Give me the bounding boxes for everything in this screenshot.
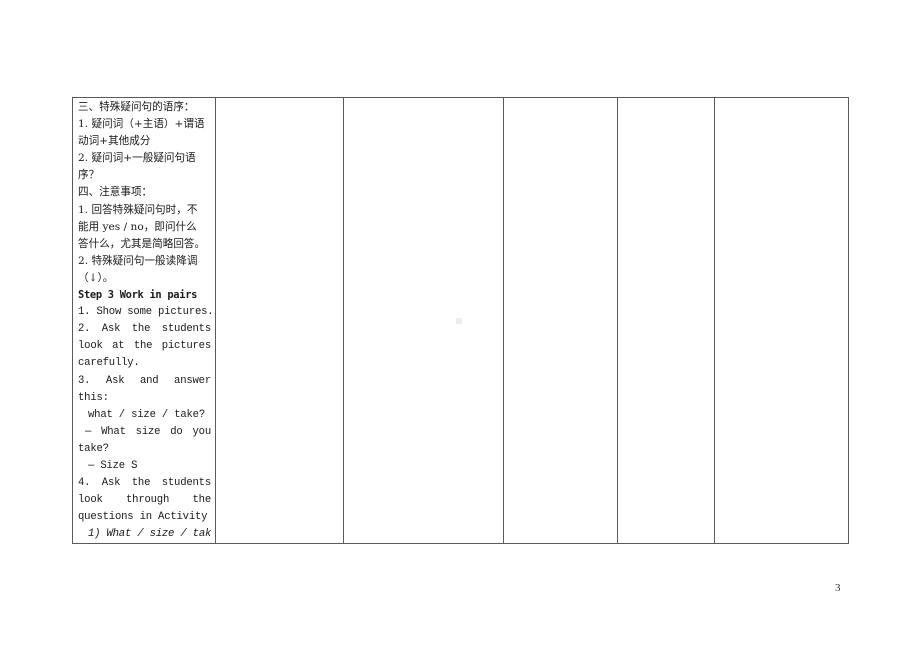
text-line: 三、特殊疑问句的语序： [78, 101, 195, 113]
table-cell-5 [617, 96, 715, 545]
text-line: — Size S [88, 459, 138, 472]
text-line: 1. 回答特殊疑问句时，不 [78, 203, 198, 216]
text-line: — What size do you [85, 425, 211, 438]
text-line: questions in Activity 1. [78, 511, 211, 524]
text-line: 1. Show some pictures. [78, 306, 211, 319]
table-cell-4 [503, 96, 618, 545]
text-line: 4. Ask the students to [78, 477, 211, 490]
image-placeholder-mark [456, 318, 462, 324]
text-line: 2. 疑问词+一般疑问句语 [78, 152, 196, 165]
text-line: （↓）。 [78, 271, 114, 284]
text-line: 答什么，尤其是简略回答。 [78, 237, 206, 250]
text-line: 1. 疑问词（+主语）+谓语 [78, 118, 205, 131]
text-line: 序？ [78, 169, 100, 182]
text-line: what / size / take? [88, 408, 205, 421]
teaching-procedure-text: 三、特殊疑问句的语序： 1. 疑问词（+主语）+谓语 动词+其他成分 2. 疑问词+一… [73, 99, 215, 543]
text-line: look through the [78, 494, 211, 507]
table-cell-3 [343, 96, 504, 545]
text-line: look at the pictures [78, 340, 211, 353]
text-line: Step 3 Work in pairs [78, 289, 198, 302]
text-line: 2. Ask the students to [78, 323, 211, 336]
page-number: 3 [835, 582, 841, 594]
text-line: 动词+其他成分 [78, 135, 151, 148]
text-line: 2. 特殊疑问句一般读降调 [78, 254, 198, 267]
text-line: 四、注意事项： [78, 186, 153, 199]
text-line: carefully. [78, 357, 140, 370]
table-cell-6 [714, 96, 849, 545]
text-line: 3. Ask and answer like [78, 374, 211, 387]
text-line: take? [78, 442, 109, 455]
text-line: 1) What / size / take? [88, 528, 211, 541]
teaching-procedure-cell: 三、特殊疑问句的语序： 1. 疑问词（+主语）+谓语 动词+其他成分 2. 疑问词+一… [72, 96, 216, 545]
text-line: 能用 yes / no，即问什么 [78, 220, 197, 233]
text-line: this: [78, 391, 109, 404]
document-page: 三、特殊疑问句的语序： 1. 疑问词（+主语）+谓语 动词+其他成分 2. 疑问词+一… [0, 0, 920, 651]
table-cell-2 [215, 96, 344, 545]
